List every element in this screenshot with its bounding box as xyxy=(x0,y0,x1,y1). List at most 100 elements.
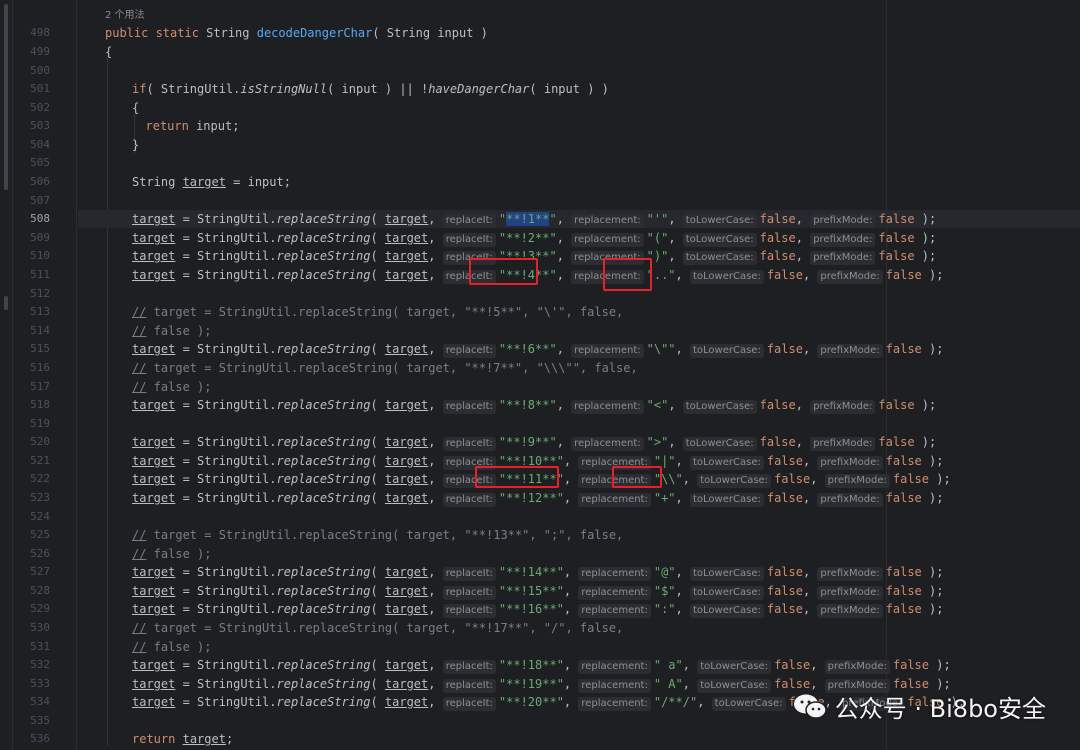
code-line[interactable]: 521 target = StringUtil.replaceString( ta… xyxy=(30,452,1080,470)
line-number: 510 xyxy=(30,249,50,262)
parameter-hint: toLowerCase: xyxy=(690,586,764,600)
code-line[interactable]: 518 target = StringUtil.replaceString( ta… xyxy=(30,396,1080,414)
line-number: 509 xyxy=(30,231,50,244)
code-text: String target = input; xyxy=(132,175,291,189)
code-line[interactable]: 509 target = StringUtil.replaceString( ta… xyxy=(30,229,1080,247)
line-number: 514 xyxy=(30,324,50,337)
parameter-hint: prefixMode: xyxy=(810,400,876,414)
parameter-hint: replacement: xyxy=(571,233,644,247)
watermark: 公众号 · Bi8bo安全 xyxy=(793,689,1046,724)
parameter-hint: replacement: xyxy=(578,586,651,600)
parameter-hint: toLowerCase: xyxy=(697,474,772,488)
code-line[interactable]: 499 { xyxy=(30,43,1080,61)
code-line[interactable]: 522 target = StringUtil.replaceString( ta… xyxy=(30,470,1080,488)
code-line[interactable]: 524 xyxy=(30,508,1080,526)
code-text: { xyxy=(105,45,113,59)
parameter-hint: replacement: xyxy=(571,400,644,414)
code-line[interactable]: 510 target = StringUtil.replaceString( ta… xyxy=(30,247,1080,265)
code-editor[interactable]: 2 个用法 498 public static String decodeDang… xyxy=(0,0,1080,750)
code-line[interactable]: 530 // target = StringUtil.replaceString(… xyxy=(30,619,1080,637)
code-line[interactable]: 515 target = StringUtil.replaceString( ta… xyxy=(30,340,1080,358)
parameter-hint: replacement: xyxy=(578,660,651,674)
line-number: 535 xyxy=(30,714,50,727)
code-line[interactable]: 508 target = StringUtil.replaceString( ta… xyxy=(30,210,1080,228)
code-text: // target = StringUtil.replaceString( ta… xyxy=(132,528,624,542)
code-line[interactable]: 512 xyxy=(30,285,1080,303)
code-line[interactable]: 511 target = StringUtil.replaceString( ta… xyxy=(30,266,1080,284)
line-number: 506 xyxy=(30,175,50,188)
code-line[interactable]: 531 // false ); xyxy=(30,638,1080,656)
line-number: 516 xyxy=(30,361,50,374)
code-area[interactable]: 2 个用法 498 public static String decodeDang… xyxy=(30,0,1080,750)
code-text: target = StringUtil.replaceString( targe… xyxy=(132,658,951,674)
code-line[interactable]: 513 // target = StringUtil.replaceString(… xyxy=(30,303,1080,321)
code-line[interactable]: 523 target = StringUtil.replaceString( ta… xyxy=(30,489,1080,507)
line-number: 501 xyxy=(30,82,50,95)
code-line[interactable]: 536 return target; xyxy=(30,730,1080,748)
code-text: { xyxy=(132,101,140,115)
code-text: // false ); xyxy=(132,547,212,561)
parameter-hint: replacement: xyxy=(571,214,644,228)
highlight-box xyxy=(469,258,538,285)
line-number: 500 xyxy=(30,64,50,77)
line-number: 522 xyxy=(30,472,50,485)
line-number: 536 xyxy=(30,732,50,745)
highlight-box xyxy=(603,258,652,291)
parameter-hint: toLowerCase: xyxy=(711,697,786,711)
parameter-hint: replaceIt: xyxy=(442,586,496,600)
parameter-hint: replaceIt: xyxy=(442,660,496,674)
code-line[interactable]: 498 public static String decodeDangerChar… xyxy=(30,24,1080,42)
parameter-hint: toLowerCase: xyxy=(689,344,764,358)
code-line[interactable]: 506 String target = input; xyxy=(30,173,1080,191)
code-text: target = StringUtil.replaceString( targe… xyxy=(132,602,944,618)
line-number: 534 xyxy=(30,695,50,708)
parameter-hint: toLowerCase: xyxy=(682,233,757,247)
parameter-hint: toLowerCase: xyxy=(682,437,757,451)
parameter-hint: prefixMode: xyxy=(817,567,883,581)
parameter-hint: prefixMode: xyxy=(817,270,883,284)
line-number: 511 xyxy=(30,268,50,281)
parameter-hint: prefixMode: xyxy=(817,493,883,507)
code-line[interactable]: 529 target = StringUtil.replaceString( ta… xyxy=(30,600,1080,618)
code-line[interactable]: 520 target = StringUtil.replaceString( ta… xyxy=(30,433,1080,451)
code-line[interactable]: 528 target = StringUtil.replaceString( ta… xyxy=(30,582,1080,600)
parameter-hint: prefixMode: xyxy=(824,660,890,674)
code-line[interactable]: 517 // false ); xyxy=(30,378,1080,396)
parameter-hint: prefixMode: xyxy=(824,474,890,488)
code-line[interactable]: 503 return input; xyxy=(30,117,1080,135)
parameter-hint: replaceIt: xyxy=(442,214,496,228)
code-line[interactable]: 525 // target = StringUtil.replaceString(… xyxy=(30,526,1080,544)
code-text: target = StringUtil.replaceString( targe… xyxy=(132,212,937,228)
line-number: 499 xyxy=(30,45,50,58)
code-text: target = StringUtil.replaceString( targe… xyxy=(132,565,944,581)
line-number: 507 xyxy=(30,194,50,207)
line-number: 530 xyxy=(30,621,50,634)
code-line[interactable]: 507 xyxy=(30,192,1080,210)
code-line[interactable]: 526 // false ); xyxy=(30,545,1080,563)
usage-hint[interactable]: 2 个用法 xyxy=(105,6,145,21)
code-line[interactable]: 501 if( StringUtil.isStringNull( input ) … xyxy=(30,80,1080,98)
code-text: target = StringUtil.replaceString( targe… xyxy=(132,398,937,414)
parameter-hint: toLowerCase: xyxy=(682,251,757,265)
line-number: 531 xyxy=(30,640,50,653)
parameter-hint: replacement: xyxy=(578,604,651,618)
code-line[interactable]: 519 xyxy=(30,415,1080,433)
code-line[interactable]: 516 // target = StringUtil.replaceString(… xyxy=(30,359,1080,377)
code-line[interactable]: 504} xyxy=(30,136,1080,154)
code-text: // target = StringUtil.replaceString( ta… xyxy=(132,361,638,375)
line-number: 513 xyxy=(30,305,50,318)
line-number: 502 xyxy=(30,101,50,114)
code-line[interactable]: 502 { xyxy=(30,99,1080,117)
code-line[interactable]: 514 // false ); xyxy=(30,322,1080,340)
line-number: 518 xyxy=(30,398,50,411)
scroll-marker xyxy=(4,296,8,310)
parameter-hint: replaceIt: xyxy=(442,697,496,711)
parameter-hint: replaceIt: xyxy=(442,344,496,358)
code-line[interactable]: 527 target = StringUtil.replaceString( ta… xyxy=(30,563,1080,581)
line-number: 527 xyxy=(30,565,50,578)
code-text: // target = StringUtil.replaceString( ta… xyxy=(132,305,624,319)
code-line[interactable]: 505 xyxy=(30,154,1080,172)
code-line[interactable]: 532 target = StringUtil.replaceString( ta… xyxy=(30,656,1080,674)
parameter-hint: replacement: xyxy=(578,697,651,711)
code-line[interactable]: 500 xyxy=(30,62,1080,80)
